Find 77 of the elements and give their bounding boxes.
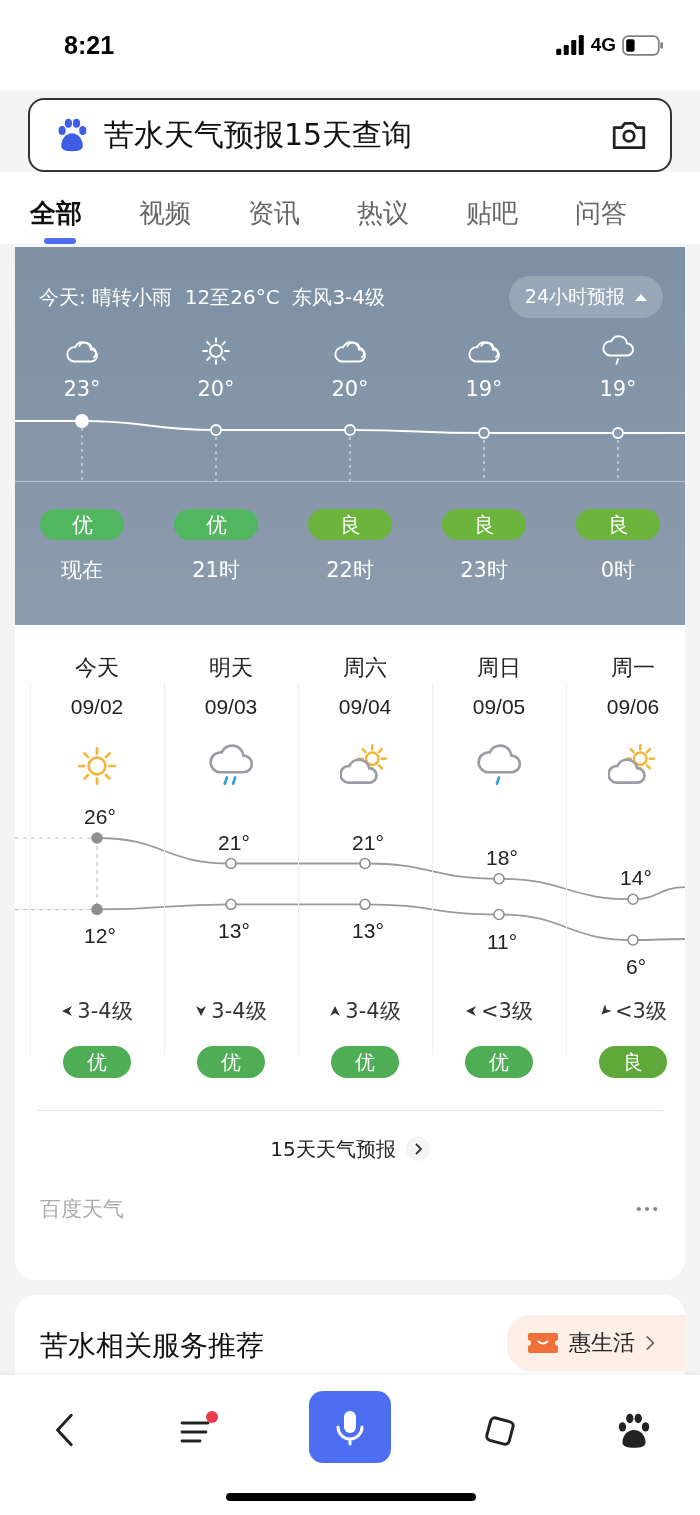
date-label: 09/05 bbox=[472, 695, 526, 719]
wind-level: <3级 bbox=[615, 998, 667, 1025]
air-quality-badge: 良 bbox=[308, 509, 392, 540]
air-quality-badge: 优 bbox=[197, 1046, 265, 1078]
services-title: 苦水相关服务推荐 bbox=[40, 1328, 264, 1364]
tab[interactable]: 贴吧 bbox=[466, 188, 575, 244]
service-chip[interactable]: 惠生活 bbox=[507, 1315, 685, 1371]
day-label: 周六 bbox=[343, 654, 387, 682]
low-temperature: 13° bbox=[352, 919, 384, 943]
hour-label: 23时 bbox=[460, 557, 508, 584]
day-label: 周一 bbox=[611, 654, 655, 682]
guide-line bbox=[215, 436, 217, 481]
air-quality-badge: 良 bbox=[576, 509, 660, 540]
air-quality-badge: 优 bbox=[174, 509, 258, 540]
date-label: 09/04 bbox=[338, 695, 392, 719]
air-quality-badge: 良 bbox=[599, 1046, 667, 1078]
air-quality-badge: 良 bbox=[442, 509, 526, 540]
high-temperature: 26° bbox=[84, 805, 116, 828]
weather-summary: 今天: 晴转小雨 12至26°C 东风3-4级 bbox=[39, 283, 386, 311]
date-label: 09/02 bbox=[70, 695, 124, 719]
search-field[interactable]: 苦水天气预报15天查询 bbox=[28, 98, 672, 172]
hour-temperature: 19° bbox=[465, 377, 503, 403]
voice-search-button[interactable] bbox=[308, 1391, 391, 1463]
wind-direction-icon bbox=[195, 1005, 208, 1017]
hour-temperature: 19° bbox=[599, 377, 637, 403]
source-label: 百度天气 bbox=[40, 1196, 124, 1223]
chevron-right-icon bbox=[645, 1334, 655, 1352]
fifteen-day-forecast-link[interactable]: 15天天气预报 bbox=[270, 1135, 396, 1163]
tab[interactable]: 资讯 bbox=[248, 188, 357, 244]
signal-icon bbox=[554, 35, 585, 55]
hour-label: 22时 bbox=[326, 557, 374, 584]
wind-direction-icon bbox=[465, 1005, 477, 1017]
high-temperature: 21° bbox=[352, 830, 384, 854]
hour-temperature: 23° bbox=[63, 377, 101, 403]
wind-level: 3-4级 bbox=[345, 998, 401, 1025]
high-temperature: 18° bbox=[486, 845, 518, 869]
search-input[interactable]: 苦水天气预报15天查询 bbox=[104, 117, 610, 153]
day-label: 明天 bbox=[209, 654, 253, 682]
network-label: 4G bbox=[590, 34, 616, 56]
air-quality-badge: 优 bbox=[331, 1046, 399, 1078]
low-temperature: 12° bbox=[84, 924, 116, 948]
wind-direction-icon bbox=[599, 1005, 611, 1017]
hour-label: 21时 bbox=[192, 557, 240, 584]
battery-icon bbox=[622, 34, 664, 56]
tab[interactable]: 问答 bbox=[575, 188, 684, 244]
more-options-icon[interactable] bbox=[636, 1206, 658, 1212]
guide-line bbox=[483, 439, 485, 481]
air-quality-badge: 优 bbox=[40, 509, 124, 540]
low-temperature: 11° bbox=[486, 929, 518, 953]
wind-level: <3级 bbox=[481, 998, 533, 1025]
wind-level: 3-4级 bbox=[77, 998, 133, 1025]
high-temperature: 21° bbox=[218, 830, 250, 854]
low-temperature: 13° bbox=[218, 919, 250, 943]
low-temperature: 6° bbox=[625, 955, 647, 978]
wind-level: 3-4级 bbox=[211, 998, 267, 1025]
hour-temperature: 20° bbox=[197, 377, 235, 403]
guide-line bbox=[349, 436, 351, 481]
status-time: 8:21 bbox=[64, 30, 115, 60]
ticket-icon bbox=[527, 1331, 559, 1355]
hour-label: 现在 bbox=[61, 557, 103, 584]
day-label: 今天 bbox=[75, 654, 119, 682]
tab[interactable]: 视频 bbox=[139, 188, 248, 244]
high-temperature: 14° bbox=[620, 866, 652, 890]
tab[interactable]: 全部 bbox=[30, 188, 139, 244]
hour-label: 0时 bbox=[600, 557, 636, 584]
hour-temperature: 20° bbox=[331, 377, 369, 403]
air-quality-badge: 优 bbox=[63, 1046, 131, 1078]
wind-direction-icon bbox=[329, 1005, 342, 1017]
wind-direction-icon bbox=[61, 1005, 74, 1017]
date-label: 09/03 bbox=[204, 695, 258, 719]
tab[interactable]: 热议 bbox=[357, 188, 466, 244]
chevron-right-icon[interactable] bbox=[405, 1137, 430, 1161]
day-label: 周日 bbox=[477, 654, 521, 682]
guide-line bbox=[81, 427, 83, 481]
guide-line bbox=[617, 439, 619, 481]
date-label: 09/06 bbox=[606, 695, 660, 719]
air-quality-badge: 优 bbox=[465, 1046, 533, 1078]
